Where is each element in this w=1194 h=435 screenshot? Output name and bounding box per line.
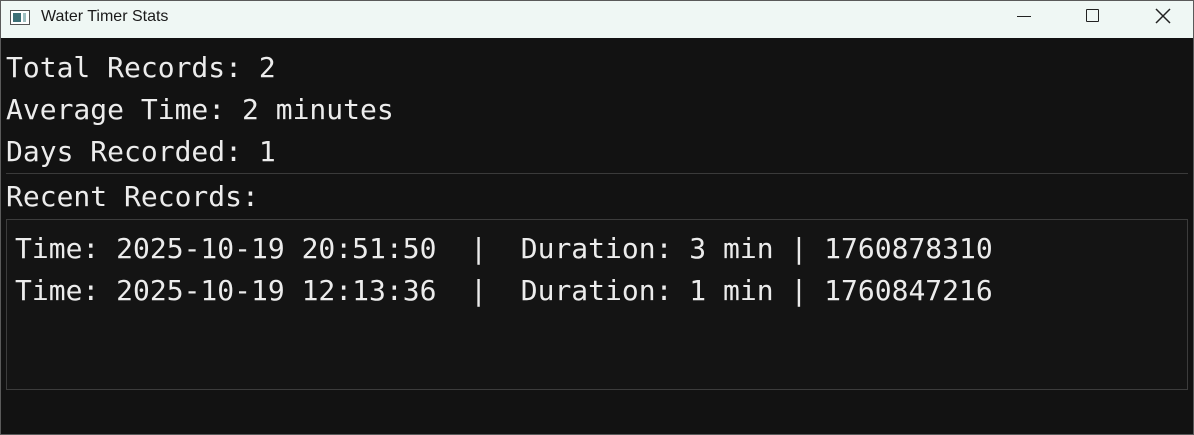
window-title: Water Timer Stats [41,8,169,25]
app-window: Water Timer Stats Total Records: 2 Avera… [0,0,1194,435]
maximize-icon [1086,9,1099,22]
average-time-label: Average Time: 2 minutes [6,93,394,126]
recent-records-heading: Recent Records: [6,180,259,213]
stats-content: Total Records: 2 Average Time: 2 minutes… [1,38,1193,434]
recent-records-list[interactable]: Time: 2025-10-19 20:51:50 | Duration: 3 … [6,219,1188,390]
title-bar[interactable]: Water Timer Stats [1,1,1193,38]
list-item[interactable]: Time: 2025-10-19 20:51:50 | Duration: 3 … [15,235,993,263]
close-icon [1155,8,1171,24]
maximize-button[interactable] [1070,1,1116,33]
total-records-label: Total Records: 2 [6,51,276,84]
days-recorded-label: Days Recorded: 1 [6,135,276,168]
app-window-icon [10,10,30,25]
minimize-button[interactable] [1001,1,1047,33]
minimize-icon [1017,16,1031,17]
list-item[interactable]: Time: 2025-10-19 12:13:36 | Duration: 1 … [15,277,993,305]
section-divider [6,173,1188,174]
close-button[interactable] [1140,1,1186,33]
